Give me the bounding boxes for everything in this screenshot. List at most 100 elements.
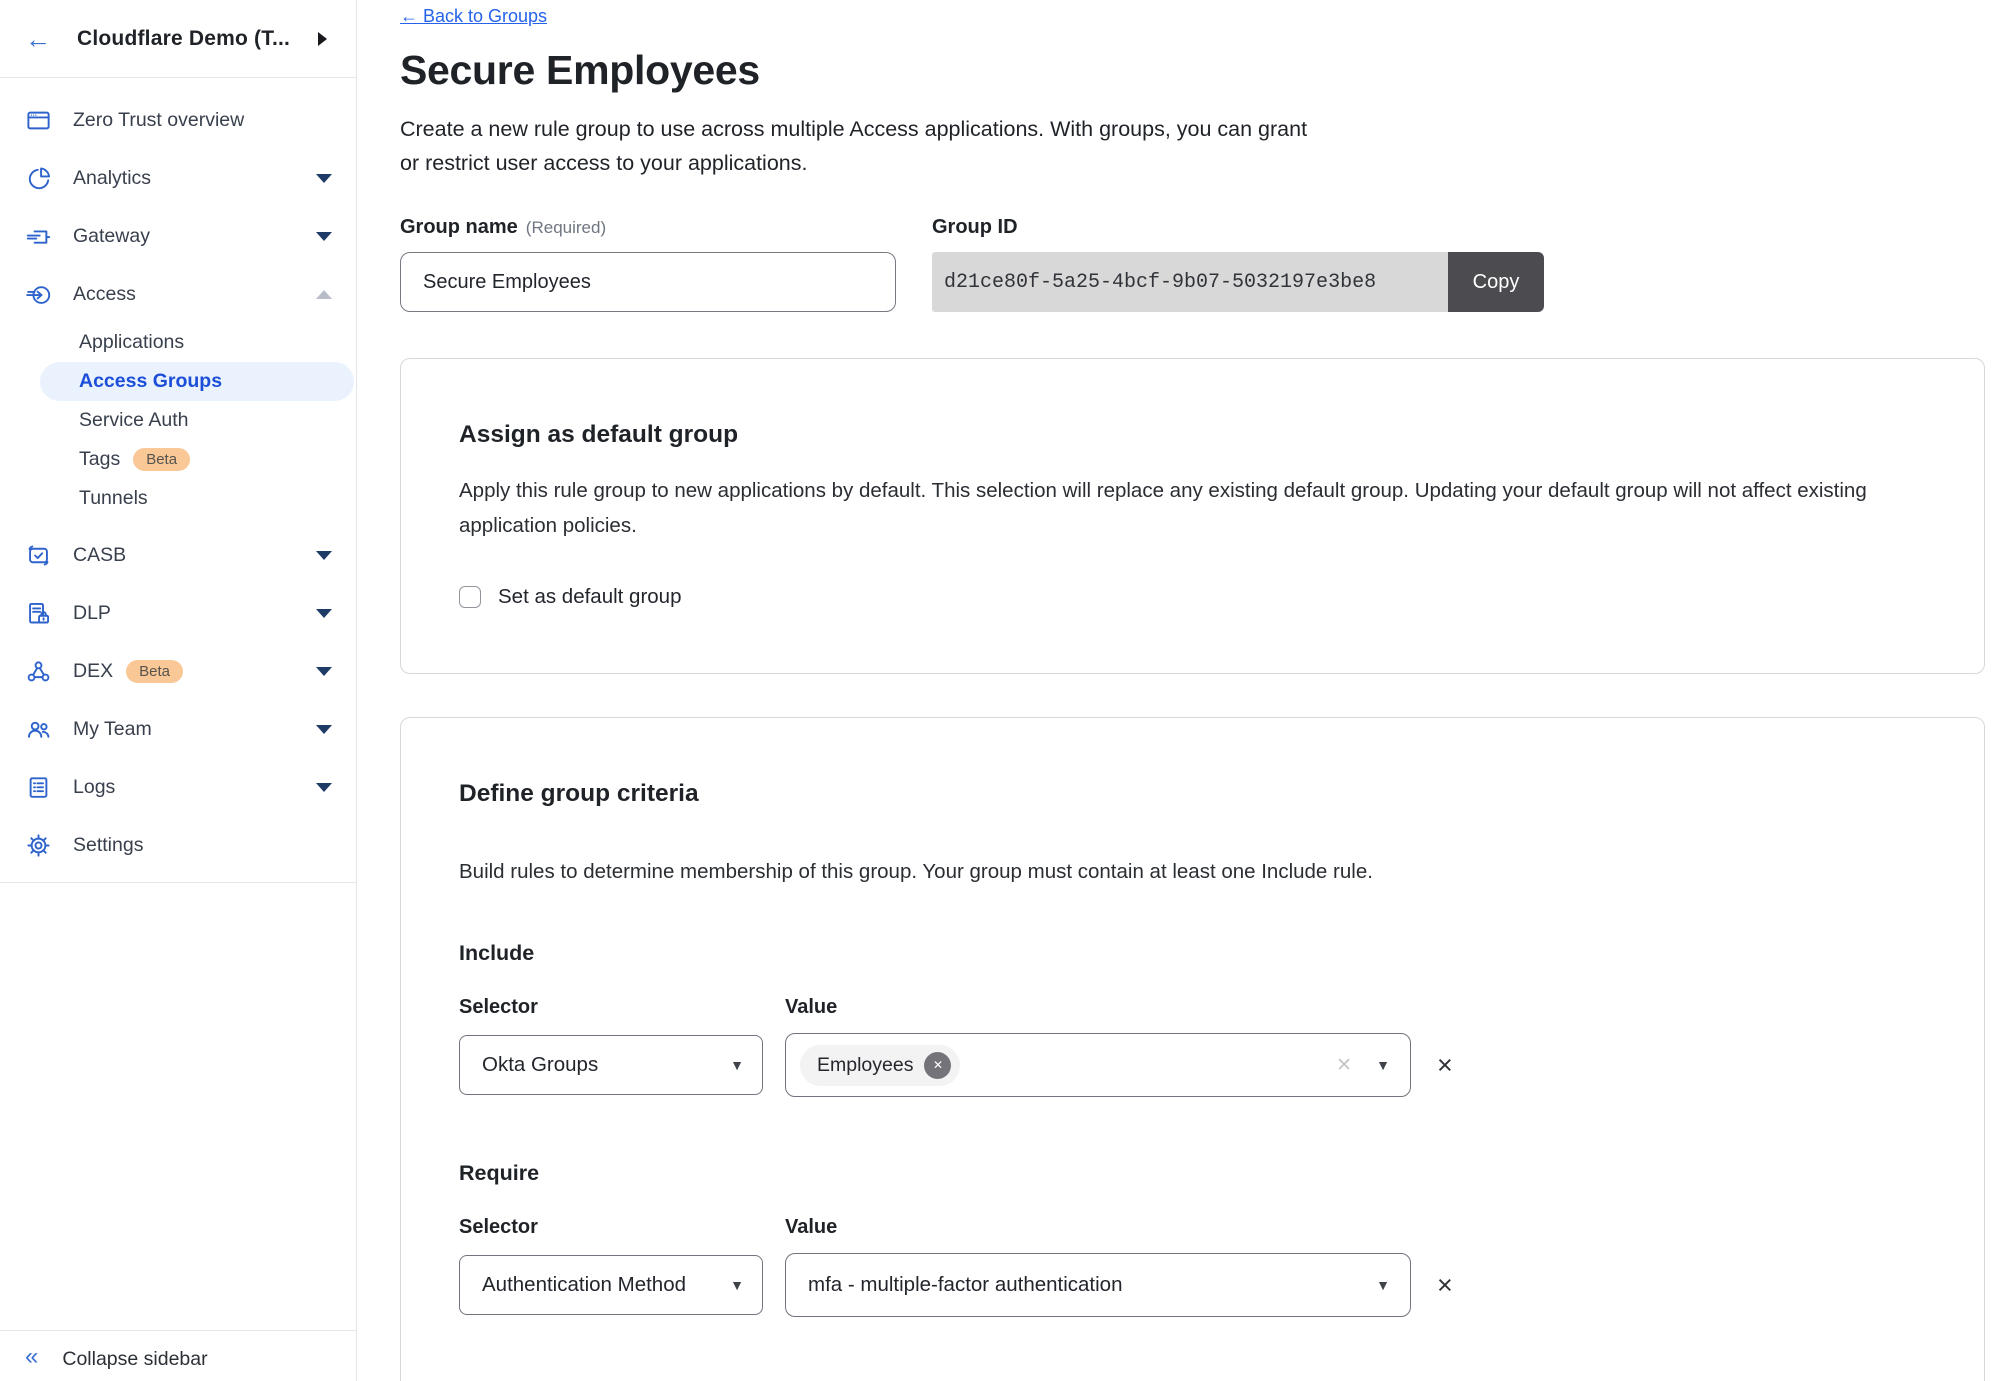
sidebar-item-applications[interactable]: Applications xyxy=(0,323,356,362)
chevron-down-icon[interactable] xyxy=(316,232,332,241)
chip-label: Employees xyxy=(817,1054,913,1077)
sidebar-item-label: Service Auth xyxy=(79,409,188,432)
chevron-down-icon: ▼ xyxy=(730,1057,744,1073)
required-hint: (Required) xyxy=(526,218,606,237)
account-name[interactable]: Cloudflare Demo (T... xyxy=(77,27,290,51)
team-icon xyxy=(25,716,52,743)
require-selector-select[interactable]: Authentication Method ▼ xyxy=(459,1255,763,1315)
window-icon xyxy=(25,107,52,134)
default-group-checkbox[interactable] xyxy=(459,586,481,608)
main-content: ← Back to Groups Secure Employees Create… xyxy=(400,0,1985,1381)
include-selector-label: Selector xyxy=(459,996,785,1019)
group-name-field: Group name(Required) xyxy=(400,216,896,312)
chevron-down-icon[interactable] xyxy=(316,551,332,560)
sidebar-item-zero-trust-overview[interactable]: Zero Trust overview xyxy=(0,91,356,149)
require-label-row: Selector Value xyxy=(459,1216,1926,1239)
default-group-checkbox-row: Set as default group xyxy=(459,585,1926,609)
back-to-groups-link[interactable]: ← Back to Groups xyxy=(400,6,547,27)
sidebar-item-tags[interactable]: Tags Beta xyxy=(0,440,356,479)
require-value-label: Value xyxy=(785,1216,837,1239)
define-criteria-title: Define group criteria xyxy=(459,780,1926,808)
sidebar-item-label: Settings xyxy=(73,834,143,857)
clear-values-icon[interactable]: ✕ xyxy=(1336,1054,1352,1077)
sidebar-item-label: Zero Trust overview xyxy=(73,109,244,132)
include-value-label: Value xyxy=(785,996,837,1019)
chevron-down-icon: ▼ xyxy=(1376,1057,1390,1073)
collapse-sidebar-label: Collapse sidebar xyxy=(62,1345,207,1371)
group-id-field: Group ID d21ce80f-5a25-4bcf-9b07-5032197… xyxy=(932,216,1544,312)
employees-chip: Employees ✕ xyxy=(800,1045,960,1086)
sidebar-divider xyxy=(0,882,356,883)
chevron-down-icon[interactable] xyxy=(316,783,332,792)
chevron-down-icon[interactable] xyxy=(316,609,332,618)
group-form-row: Group name(Required) Group ID d21ce80f-5… xyxy=(400,216,1985,312)
chevron-down-icon[interactable] xyxy=(316,725,332,734)
description-line: Apply this rule group to new application… xyxy=(459,473,1926,508)
sidebar-item-label: DEX xyxy=(73,660,113,683)
chip-remove-icon[interactable]: ✕ xyxy=(924,1052,951,1079)
sidebar-item-label: Tags xyxy=(79,448,120,471)
chevron-up-icon[interactable] xyxy=(316,290,332,299)
access-sub-list: Applications Access Groups Service Auth … xyxy=(0,323,356,518)
page-description-line: Create a new rule group to use across mu… xyxy=(400,112,1985,146)
chevron-down-icon[interactable] xyxy=(316,667,332,676)
gear-icon xyxy=(25,832,52,859)
page-description: Create a new rule group to use across mu… xyxy=(400,112,1985,180)
page-title: Secure Employees xyxy=(400,47,1985,94)
sidebar-item-label: Analytics xyxy=(73,167,151,190)
sidebar-item-label: DLP xyxy=(73,602,111,625)
sidebar-item-label: Tunnels xyxy=(79,487,148,510)
remove-include-rule-icon[interactable]: × xyxy=(1437,1052,1453,1079)
sidebar-item-analytics[interactable]: Analytics xyxy=(0,149,356,207)
sidebar-item-label: Applications xyxy=(79,331,184,354)
chevron-down-icon: ▼ xyxy=(730,1277,744,1293)
back-arrow-icon[interactable]: ← xyxy=(25,26,51,52)
sidebar-item-gateway[interactable]: Gateway xyxy=(0,207,356,265)
remove-require-rule-icon[interactable]: × xyxy=(1437,1272,1453,1299)
copy-button[interactable]: Copy xyxy=(1448,252,1544,312)
document-lock-icon xyxy=(25,600,52,627)
include-value-multiselect[interactable]: Employees ✕ ✕ ▼ xyxy=(785,1033,1411,1097)
sidebar-item-access[interactable]: Access xyxy=(0,265,356,323)
access-icon xyxy=(25,281,52,308)
beta-badge: Beta xyxy=(126,660,183,683)
sidebar-item-dex[interactable]: DEX Beta xyxy=(0,642,356,700)
pie-chart-icon xyxy=(25,165,52,192)
gateway-icon xyxy=(25,223,52,250)
sidebar-item-label: CASB xyxy=(73,544,126,567)
include-heading: Include xyxy=(459,941,1926,966)
beta-badge: Beta xyxy=(133,448,190,471)
sidebar-item-casb[interactable]: CASB xyxy=(0,526,356,584)
include-selector-select[interactable]: Okta Groups ▼ xyxy=(459,1035,763,1095)
sidebar-item-dlp[interactable]: DLP xyxy=(0,584,356,642)
sidebar-item-my-team[interactable]: My Team xyxy=(0,700,356,758)
sidebar-item-access-groups[interactable]: Access Groups xyxy=(40,362,354,401)
chevron-down-icon[interactable] xyxy=(316,174,332,183)
include-selector-value: Okta Groups xyxy=(482,1053,598,1077)
sidebar-item-label: Logs xyxy=(73,776,115,799)
require-rule-row: Authentication Method ▼ mfa - multiple-f… xyxy=(459,1253,1926,1317)
default-group-checkbox-label: Set as default group xyxy=(498,585,682,609)
include-rule-row: Okta Groups ▼ Employees ✕ ✕ ▼ × xyxy=(459,1033,1926,1097)
sidebar-item-label: Access Groups xyxy=(79,370,222,393)
group-name-input[interactable] xyxy=(400,252,896,312)
sidebar: ← Cloudflare Demo (T... Zero Trust overv… xyxy=(0,0,357,1381)
define-group-criteria-card: Define group criteria Build rules to det… xyxy=(400,717,1985,1381)
sidebar-nav: Zero Trust overview Analytics Gateway xyxy=(0,78,356,883)
sidebar-item-tunnels[interactable]: Tunnels xyxy=(0,479,356,518)
require-value-select[interactable]: mfa - multiple-factor authentication ▼ xyxy=(785,1253,1411,1317)
sidebar-item-logs[interactable]: Logs xyxy=(0,758,356,816)
define-criteria-description: Build rules to determine membership of t… xyxy=(459,854,1926,889)
require-heading: Require xyxy=(459,1161,1926,1186)
sidebar-nav-group-2: CASB DLP xyxy=(0,526,356,874)
collapse-sidebar-button[interactable]: « Collapse sidebar xyxy=(0,1330,356,1381)
group-id-value: d21ce80f-5a25-4bcf-9b07-5032197e3be8 xyxy=(932,252,1448,312)
sidebar-item-service-auth[interactable]: Service Auth xyxy=(0,401,356,440)
sidebar-item-label: Access xyxy=(73,283,136,306)
account-caret-right-icon[interactable] xyxy=(318,32,327,46)
network-nodes-icon xyxy=(25,658,52,685)
assign-default-group-title: Assign as default group xyxy=(459,421,1926,449)
collapse-chevrons-icon: « xyxy=(25,1345,38,1369)
sidebar-item-settings[interactable]: Settings xyxy=(0,816,356,874)
require-selector-label: Selector xyxy=(459,1216,785,1239)
